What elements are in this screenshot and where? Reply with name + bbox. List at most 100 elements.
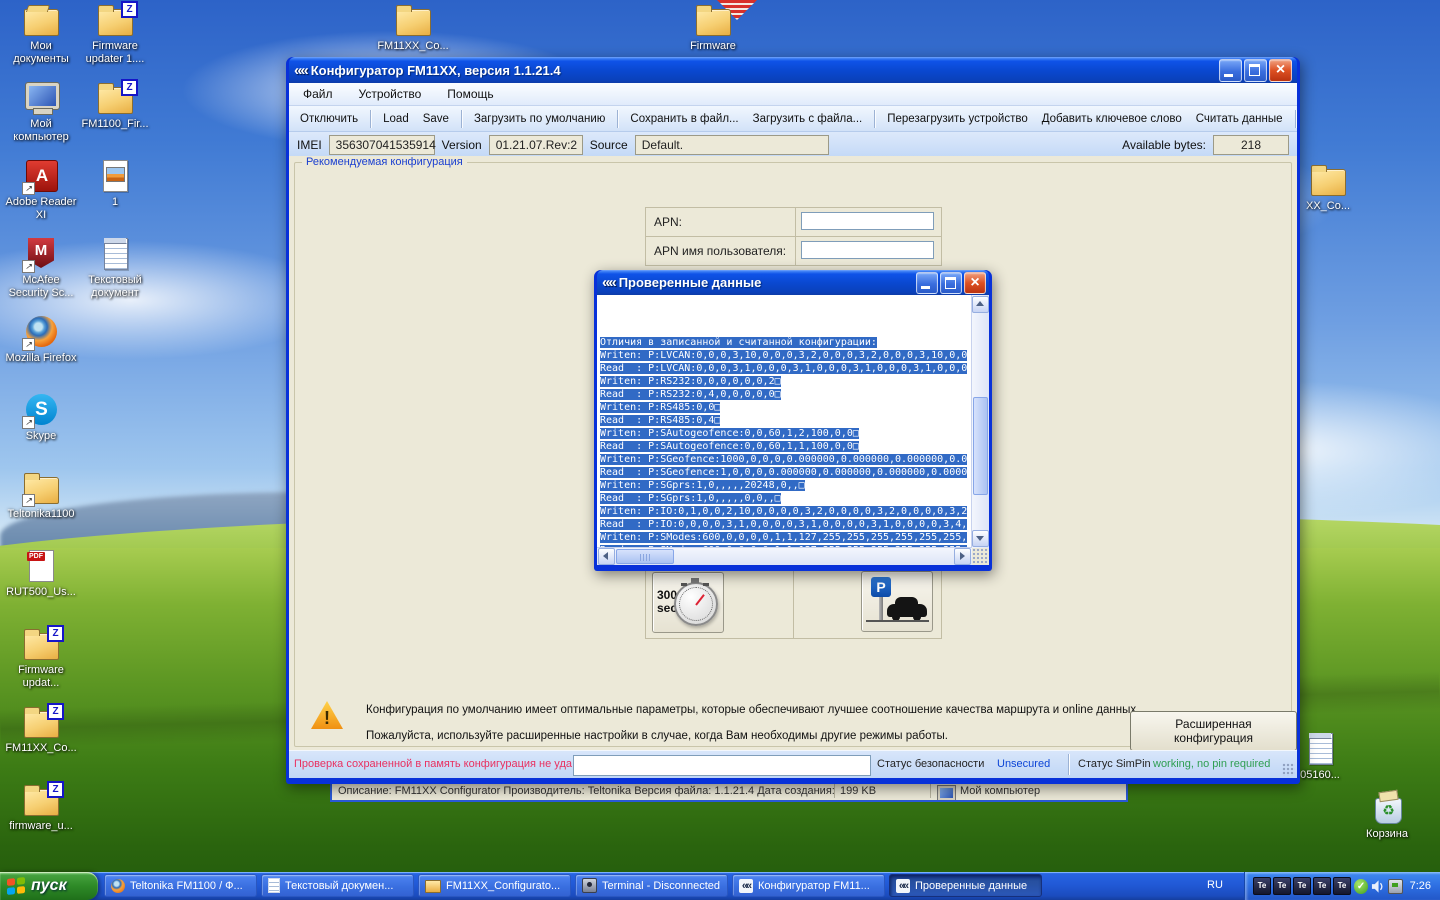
desktop-icon[interactable]: Adobe Reader XI [4, 158, 78, 236]
recycle-bin-icon[interactable]: Корзина [1352, 790, 1422, 841]
desktop-icon[interactable]: Firmware updat... [4, 626, 78, 704]
desktop-icon[interactable]: Teltonika1100 [4, 470, 78, 548]
desktop-icon[interactable]: Текстовый документ [78, 236, 152, 314]
toolbar-button[interactable]: Load [376, 110, 416, 128]
config-diff-console[interactable]: Отличия в записанной и считанной конфигу… [597, 295, 972, 548]
task-icon [268, 878, 280, 893]
zip-badge-icon [47, 625, 64, 642]
console-line-text: Writen: P:IO:0,1,0,0,2,10,0,0,0,0,3,2,0,… [600, 506, 967, 517]
resize-grip[interactable] [1282, 763, 1295, 776]
status-progress-field[interactable] [573, 755, 871, 776]
volume-tray-icon[interactable] [1371, 879, 1385, 894]
teltonika-tray-icon[interactable]: Te [1253, 877, 1271, 895]
parking-mode-button[interactable]: P [861, 571, 933, 632]
safely-remove-tray-icon[interactable] [1388, 879, 1402, 894]
taskbar-task-button[interactable]: Terminal - Disconnected [575, 874, 728, 897]
sign-pole [879, 597, 883, 621]
console-line-text: Read : P:IO:0,0,0,0,3,1,0,0,0,0,3,1,0,0,… [600, 519, 967, 530]
desktop-icon-label: Teltonika1100 [7, 508, 74, 521]
vertical-scroll-thumb[interactable] [973, 397, 988, 495]
scroll-up-button[interactable] [972, 296, 989, 313]
desktop-icon-label: FM11XX_Co... [377, 40, 448, 53]
desktop-icon-image [95, 236, 135, 272]
folder-icon [1308, 162, 1348, 198]
console-line-text: Writen: P:SModes:600,0,0,0,0,1,1,127,255… [600, 532, 967, 543]
teltonika-tray-icon[interactable]: Te [1273, 877, 1291, 895]
scroll-right-button[interactable] [954, 548, 971, 565]
language-indicator[interactable]: RU [1207, 879, 1223, 891]
close-button[interactable] [1269, 59, 1292, 82]
apn-input[interactable] [801, 212, 934, 230]
vertical-scrollbar[interactable] [971, 295, 989, 548]
stopwatch-icon [674, 582, 718, 626]
taskbar-tasks: Teltonika FM1100 / Ф... Текстовый докуме… [104, 874, 1042, 897]
toolbar-button[interactable]: Считать данные [1189, 110, 1296, 128]
apn-username-input[interactable] [801, 241, 934, 259]
desktop-icon[interactable]: Skype [4, 392, 78, 470]
minimize-button[interactable] [1219, 59, 1242, 82]
taskbar-task-button[interactable]: Teltonika FM1100 / Ф... [104, 874, 257, 897]
horizontal-scrollbar[interactable] [597, 547, 972, 565]
desktop-icon[interactable]: Мои документы [4, 2, 78, 80]
menu-item[interactable]: Устройство [359, 87, 422, 101]
console-line: Read : P:RS232:0,4,0,0,0,0,0□ [600, 388, 972, 401]
taskbar-task-button[interactable]: Конфигуратор FM11... [732, 874, 885, 897]
toolbar-button[interactable]: Отключить [293, 110, 371, 128]
toolbar-button[interactable]: Добавить ключевое слово [1035, 110, 1189, 128]
desktop-icon[interactable]: Firmware updater 1.... [78, 2, 152, 80]
timer-300sec-button[interactable]: 300sec [652, 572, 724, 633]
toolbar-button[interactable]: Сохранить в файл... [623, 110, 745, 128]
console-line: Read : P:IO:0,0,0,0,3,1,0,0,0,0,3,1,0,0,… [600, 518, 972, 531]
desktop-icon[interactable]: FM11XX_Co... [4, 704, 78, 782]
scroll-left-button[interactable] [598, 548, 615, 565]
desktop-icon-image [21, 704, 61, 740]
desktop-icon[interactable]: XX_Co... [1296, 162, 1360, 213]
advanced-configuration-button[interactable]: Расширенная конфигурация [1130, 711, 1297, 751]
teltonika-tray-icon[interactable]: Te [1333, 877, 1351, 895]
console-line-text: Writen: P:SAutogeofence:0,0,60,1,2,100,0… [600, 428, 859, 439]
desktop-icon[interactable]: Мой компьютер [4, 80, 78, 158]
title-bar[interactable]: «« Конфигуратор FM11XX, версия 1.1.21.4 [289, 57, 1297, 83]
start-button[interactable]: пуск [0, 872, 98, 900]
toolbar-button[interactable]: Перезагрузить устройство [880, 110, 1034, 128]
console-line-text: Writen: P:RS485:0,0□ [600, 402, 720, 413]
dialog-resize-grip[interactable] [972, 548, 989, 565]
desktop-icon-image [95, 2, 135, 38]
dialog-close-button[interactable] [964, 272, 986, 294]
teltonika-tray-icon[interactable]: Te [1293, 877, 1311, 895]
available-bytes-label: Available bytes: [1122, 138, 1206, 152]
desktop-icon-label: Текстовый документ [78, 274, 152, 299]
desktop-icon[interactable]: McAfee Security Sc... [4, 236, 78, 314]
horizontal-scroll-thumb[interactable] [616, 549, 674, 564]
statusbar-divider [834, 784, 835, 798]
desktop-icon-label: 1 [112, 196, 118, 209]
desktop-icon[interactable]: firmware_u... [4, 782, 78, 860]
console-line: Writen: P:RS485:0,0□ [600, 401, 972, 414]
imei-value: 356307041535914 [329, 135, 435, 155]
dialog-title-bar[interactable]: «« Проверенные данные [597, 270, 989, 295]
taskbar-task-button[interactable]: Проверенные данные [889, 874, 1042, 897]
tray-te-icons: TeTeTeTeTe [1253, 877, 1351, 895]
taskbar-task-button[interactable]: FM11XX_Configurato... [418, 874, 571, 897]
toolbar-button[interactable]: Загрузить по умолчанию [467, 110, 618, 128]
desktop-icon[interactable]: RUT500_Us... [4, 548, 78, 626]
toolbar-button[interactable]: Загрузить с файла... [746, 110, 876, 128]
maximize-button[interactable] [1244, 59, 1267, 82]
shortcut-arrow-icon [22, 494, 35, 507]
taskbar-task-button[interactable]: Текстовый докумен... [261, 874, 414, 897]
desktop-icon[interactable]: Mozilla Firefox [4, 314, 78, 392]
menu-item[interactable]: Файл [303, 87, 333, 101]
desktop-icon[interactable]: 1 [78, 158, 152, 236]
desktop-icon[interactable]: FM1100_Fir... [78, 80, 152, 158]
dialog-maximize-button[interactable] [940, 272, 962, 294]
scroll-down-button[interactable] [972, 530, 989, 547]
update-check-tray-icon[interactable]: ✓ [1354, 879, 1368, 894]
teltonika-tray-icon[interactable]: Te [1313, 877, 1331, 895]
menu-item[interactable]: Помощь [447, 87, 493, 101]
desktop-icon-label: Adobe Reader XI [4, 196, 78, 221]
toolbar-button[interactable]: Save [416, 110, 462, 128]
dialog-minimize-button[interactable] [916, 272, 938, 294]
statusbar-divider [1068, 754, 1069, 775]
desktop-icon-label: FM1100_Fir... [81, 118, 148, 131]
shortcut-arrow-icon [22, 338, 35, 351]
